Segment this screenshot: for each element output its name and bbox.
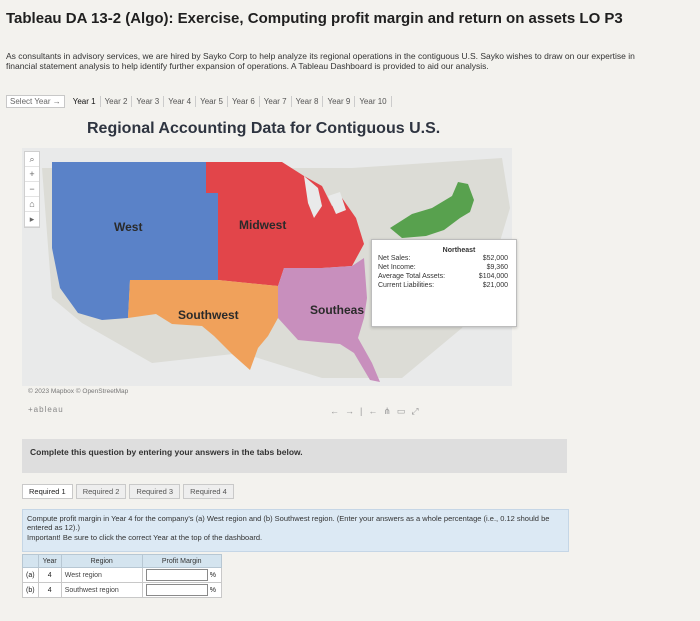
row-id: (a) [22, 567, 39, 583]
year-7-button[interactable]: Year 7 [260, 95, 292, 107]
map-controls: ⌕ + − ⌂ ▸ [24, 151, 40, 228]
dashboard-heading: Regional Accounting Data for Contiguous … [87, 120, 441, 137]
profit-margin-cell: % [141, 567, 222, 583]
row-id: (b) [22, 582, 39, 598]
toolbar-icons: ←→|←⋔▭⤢ [330, 406, 425, 417]
tooltip-row: Average Total Assets: $104,000 [378, 273, 508, 280]
table-row: (a) 4 West region % [22, 567, 222, 583]
year-5-button[interactable]: Year 5 [196, 95, 228, 107]
year-9-button[interactable]: Year 9 [323, 95, 356, 107]
revert-icon[interactable]: |← [360, 406, 383, 416]
year-4-button[interactable]: Year 4 [164, 95, 197, 107]
col-region: Region [60, 554, 143, 568]
tab-required-4[interactable]: Required 4 [183, 484, 234, 499]
comment-icon[interactable]: ▭ [397, 406, 412, 416]
important-note: Important! Be sure to click the correct … [27, 533, 263, 542]
home-icon[interactable]: ⌂ [25, 197, 39, 212]
row-region: Southwest region [60, 582, 143, 598]
row-year: 4 [37, 567, 62, 583]
percent-unit: % [209, 571, 216, 579]
tooltip-row: Net Sales: $52,000 [378, 255, 508, 262]
region-label-midwest: Midwest [239, 218, 287, 232]
year-6-button[interactable]: Year 6 [228, 95, 260, 107]
profit-margin-input-b[interactable] [145, 584, 208, 596]
answer-table: Year Region Profit Margin (a) 4 West reg… [22, 554, 222, 598]
tooltip-row: Net Income: $9,360 [378, 264, 508, 271]
map-attribution: © 2023 Mapbox © OpenStreetMap [28, 388, 129, 395]
profit-margin-input-a[interactable] [145, 569, 208, 581]
zoom-out-icon[interactable]: − [25, 182, 39, 197]
row-year: 4 [37, 582, 62, 598]
redo-icon[interactable]: → [345, 406, 360, 416]
col-profit-margin: Profit Margin [141, 554, 222, 568]
region-label-southeast: Southeas [310, 303, 365, 317]
question-prompt: Complete this question by entering your … [22, 439, 567, 473]
question-text: Compute profit margin in Year 4 for the … [27, 514, 550, 532]
undo-icon[interactable]: ← [330, 406, 345, 416]
year-3-button[interactable]: Year 3 [132, 95, 165, 107]
tooltip-row: Current Liabilities: $21,000 [378, 282, 508, 289]
zoom-in-icon[interactable]: + [25, 167, 39, 182]
year-selector: Select Year → Year 1 Year 2 Year 3 Year … [6, 94, 392, 108]
page-title: Tableau DA 13-2 (Algo): Exercise, Comput… [6, 10, 623, 27]
arrow-right-icon: → [52, 96, 61, 106]
table-row: (b) 4 Southwest region % [22, 582, 222, 598]
region-tooltip: Northeast Net Sales: $52,000 Net Income: $… [371, 239, 517, 327]
profit-margin-cell: % [141, 582, 222, 598]
question-instructions: Compute profit margin in Year 4 for the … [22, 509, 569, 552]
percent-unit: % [209, 586, 216, 594]
required-tabs: Required 1 Required 2 Required 3 Require… [22, 484, 237, 499]
fullscreen-icon[interactable]: ⤢ [411, 406, 424, 416]
year-1-button[interactable]: Year 1 [69, 95, 101, 107]
tab-required-3[interactable]: Required 3 [129, 484, 181, 499]
share-icon[interactable]: ⋔ [383, 406, 397, 416]
region-label-southwest: Southwest [178, 308, 239, 322]
search-icon[interactable]: ⌕ [25, 152, 39, 167]
row-region: West region [60, 567, 143, 583]
tableau-logo: +ableau [28, 405, 64, 414]
tab-required-2[interactable]: Required 2 [75, 484, 127, 499]
year-10-button[interactable]: Year 10 [355, 95, 392, 107]
select-year-label: Select Year → [6, 94, 65, 108]
tooltip-region: Northeast [442, 247, 476, 254]
region-label-west: West [114, 220, 143, 234]
year-8-button[interactable]: Year 8 [292, 95, 324, 107]
year-2-button[interactable]: Year 2 [101, 95, 133, 107]
col-blank [22, 554, 39, 568]
col-year: Year [37, 554, 62, 568]
tab-required-1[interactable]: Required 1 [22, 484, 73, 499]
intro-text: As consultants in advisory services, we … [6, 51, 635, 71]
play-icon[interactable]: ▸ [25, 212, 39, 227]
